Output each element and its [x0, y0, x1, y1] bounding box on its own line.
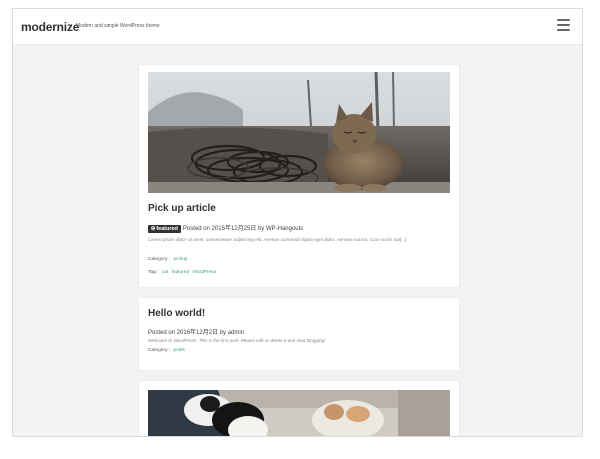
post-excerpt: Welcome to WordPress. This is the first … [148, 338, 326, 343]
post-card [139, 381, 459, 436]
tag-link-featured[interactable]: featured [172, 270, 190, 275]
category-link-pickup[interactable]: pickup [173, 257, 187, 262]
post-categories: Category : posts [148, 348, 185, 353]
post-meta-text: Posted on 2015年12月25日 by WP-Hangouts [182, 226, 304, 232]
post-thumbnail[interactable] [148, 390, 450, 436]
category-label: Category : [148, 257, 171, 262]
site-header: modernize Modern and simple WordPress th… [13, 9, 582, 45]
post-card: Pick up article ✠featured Posted on 2015年… [139, 65, 459, 287]
post-tags: Tag : cat featured WordPress [148, 270, 216, 275]
post-meta: ✠featured Posted on 2015年12月25日 by WP-Han… [148, 223, 303, 233]
hamburger-menu-icon[interactable] [557, 19, 570, 31]
post-excerpt: Lorem ipsum dolor sit amet, consectetuer… [148, 237, 407, 242]
post-card: Hello world! Posted on 2016年12月2日 by adm… [139, 298, 459, 370]
post-title[interactable]: Pick up article [148, 203, 216, 214]
site-tagline: Modern and simple WordPress theme [76, 23, 160, 29]
post-thumbnail[interactable] [148, 72, 450, 193]
tag-link-cat[interactable]: cat [162, 270, 168, 275]
site-title[interactable]: modernize [21, 20, 79, 34]
featured-badge-label: featured [156, 226, 178, 232]
tag-label: Tag : [148, 270, 159, 275]
tag-link-wordpress[interactable]: WordPress [192, 270, 216, 275]
browser-frame: modernize Modern and simple WordPress th… [12, 8, 583, 437]
featured-badge: ✠featured [148, 225, 181, 233]
category-label: Category : [148, 348, 171, 353]
pin-icon: ✠ [151, 226, 156, 232]
post-title[interactable]: Hello world! [148, 308, 205, 319]
post-categories: Category : pickup [148, 257, 187, 262]
post-meta-text: Posted on 2016年12月2日 by admin [148, 330, 245, 336]
category-link-posts[interactable]: posts [173, 348, 184, 353]
